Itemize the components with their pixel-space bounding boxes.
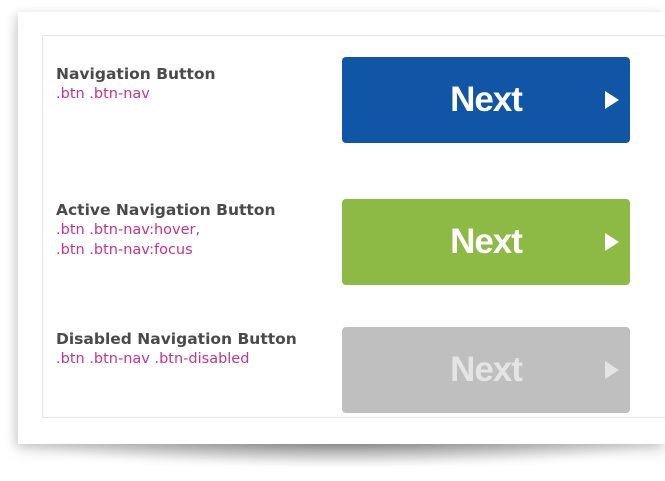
next-button-label: Next xyxy=(450,80,523,119)
spec-class-name: .btn .btn-nav:hover, xyxy=(56,222,201,238)
play-triangle-right-icon xyxy=(605,233,619,251)
spec-title: Active Navigation Button xyxy=(56,201,276,219)
next-button-active[interactable]: Next xyxy=(342,199,630,285)
next-button-label: Next xyxy=(450,222,523,261)
spec-title: Navigation Button xyxy=(56,65,216,83)
disabled-navigation-button-spec: Disabled Navigation Button .btn .btn-nav… xyxy=(56,329,297,369)
spec-class-name: .btn .btn-nav:focus xyxy=(56,242,193,258)
play-triangle-right-icon xyxy=(605,361,619,379)
navigation-button-spec: Navigation Button .btn .btn-nav xyxy=(56,64,216,104)
next-button[interactable]: Next xyxy=(342,57,630,143)
active-navigation-button-spec: Active Navigation Button .btn .btn-nav:h… xyxy=(56,200,275,260)
play-triangle-right-icon xyxy=(605,91,619,109)
spec-class-name: .btn .btn-nav xyxy=(56,86,150,102)
spec-title: Disabled Navigation Button xyxy=(56,330,297,348)
spec-class-name: .btn .btn-nav .btn-disabled xyxy=(56,351,250,367)
next-button-label: Next xyxy=(450,350,523,389)
next-button-disabled: Next xyxy=(342,327,630,413)
